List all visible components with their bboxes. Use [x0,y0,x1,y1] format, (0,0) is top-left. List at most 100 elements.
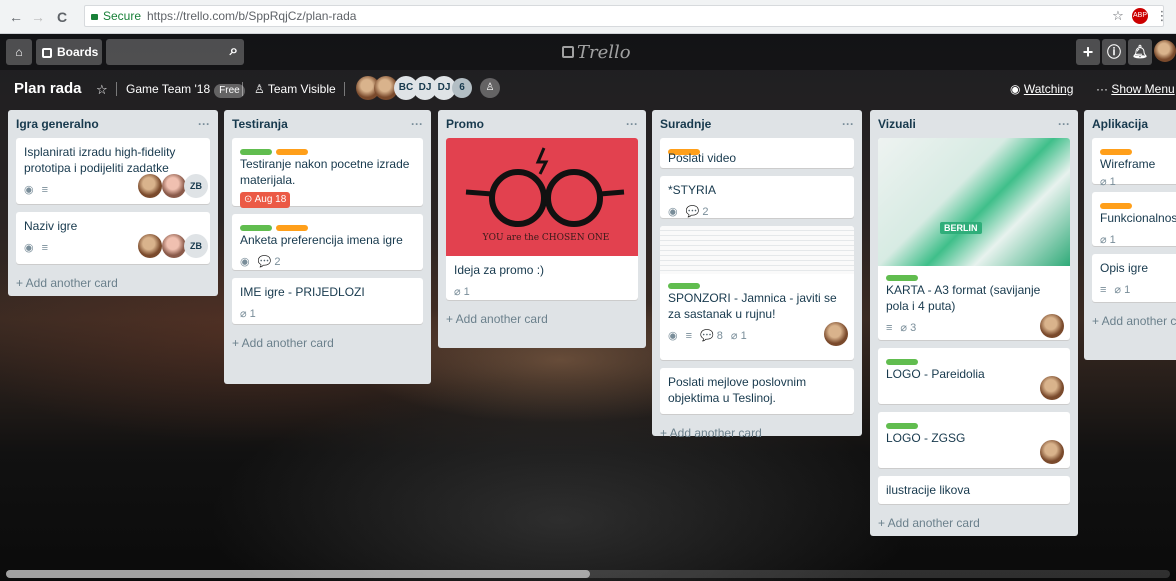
card[interactable]: SPONZORI - Jamnica - javiti se za sastan… [660,226,854,360]
card[interactable]: YOU are the CHOSEN ONE Ideja za promo :)… [446,138,638,300]
label-orange [276,149,308,155]
free-badge: Free [214,84,245,98]
list-aplikacija: Aplikacija Wireframe ⌀ 1 Funkcionalnosti… [1084,110,1176,360]
list-menu-icon[interactable]: ··· [1058,110,1070,138]
show-menu-button[interactable]: ··· Show Menu [1096,82,1175,96]
browser-menu-icon[interactable]: ⋮ [1154,8,1170,24]
divider [116,82,117,96]
card-labels [886,418,1062,429]
label-green [240,149,272,155]
label-orange [276,225,308,231]
card[interactable]: Testiranje nakon pocetne izrade materija… [232,138,423,208]
team-button[interactable]: Game Team '18 Free [126,82,245,98]
card-cover-image: BERLIN [878,138,1070,266]
list-title[interactable]: Suradnje [660,117,711,131]
card-member-avatar [1040,376,1064,400]
logo-text: Trello [577,42,631,63]
card[interactable]: BERLIN KARTA - A3 format (savijanje pola… [878,138,1070,340]
list-menu-icon[interactable]: ··· [626,110,638,138]
invite-member-icon[interactable]: ♙ [480,78,500,98]
card-badges: ≡ ⌀ 3 [886,320,1062,336]
card-title: Poslati video [668,151,737,165]
card-title: SPONZORI - Jamnica - javiti se za sastan… [668,291,837,321]
url-text[interactable]: https://trello.com/b/SppRqjCz/plan-rada [147,9,356,23]
star-icon[interactable]: ☆ [1110,8,1126,24]
info-button[interactable]: ⓘ [1102,39,1126,65]
add-card-button[interactable]: + Add another card [232,332,423,358]
list-menu-icon[interactable]: ··· [842,110,854,138]
board-title[interactable]: Plan rada [14,80,82,97]
due-date-badge: ⊙ Aug 18 [240,192,291,208]
info-icon: ⓘ [1107,44,1121,60]
card[interactable]: Anketa preferencija imena igre ◉ 💬 2 [232,214,423,270]
card-badges: ◉ 💬 2 [668,204,846,220]
home-button[interactable]: ⌂ [6,39,32,65]
card[interactable]: ilustracije likova [878,476,1070,504]
home-icon: ⌂ [15,45,23,59]
board-scrollbar[interactable] [6,570,1170,578]
card-badges: ◉ 💬 2 [240,254,415,270]
watch-icon: ◉ [668,206,678,218]
card-badges: ◉ ≡ 💬 8 ⌀ 1 [668,328,846,344]
card[interactable]: Wireframe ⌀ 1 [1092,138,1176,188]
add-card-button[interactable]: + Add another card [16,272,210,298]
more-members-count[interactable]: 6 [452,78,472,98]
card[interactable]: LOGO - Pareidolia [878,348,1070,404]
back-button[interactable]: ← [8,9,24,25]
card-title: LOGO - Pareidolia [886,367,985,381]
add-button[interactable]: + [1076,39,1100,65]
visibility-label: Team Visible [267,82,336,96]
trello-logo[interactable]: Trello [562,42,631,63]
card[interactable]: IME igre - PRIJEDLOZI ⌀ 1 [232,278,423,324]
card-badges: ⌀ 1 [1100,174,1176,190]
list-menu-icon[interactable]: ··· [411,110,423,138]
list-menu-icon[interactable]: ··· [198,110,210,138]
card-member-avatar: ZB [184,234,208,258]
card[interactable]: Isplanirati izradu high-fidelity prototi… [16,138,210,204]
card[interactable]: *STYRIA ◉ 💬 2 [660,176,854,218]
card-labels [886,270,1062,281]
bell-icon: 🔔︎ [1131,44,1149,59]
watch-icon: ◉ [24,184,34,196]
card[interactable]: Poslati mejlove poslovnim objektima u Te… [660,368,854,414]
card[interactable]: Poslati video [660,138,854,168]
card-title: KARTA - A3 format (savijanje pola i 4 pu… [886,283,1041,313]
list-title[interactable]: Promo [446,117,484,131]
adblock-icon[interactable]: ABP [1132,8,1148,24]
visibility-button[interactable]: ♙ Team Visible [254,82,336,96]
boards-button[interactable]: Boards [36,39,102,65]
card[interactable]: Naziv igre ◉ ≡ ZB [16,212,210,264]
svg-text:YOU are the CHOSEN ONE: YOU are the CHOSEN ONE [482,233,610,243]
label-green [886,359,918,365]
card[interactable]: Funkcionalnosti a ⌀ 1 [1092,192,1176,246]
attachment-icon: ⌀ 1 [730,330,747,342]
add-card-button[interactable]: + Add another ca [1092,310,1176,336]
notifications-button[interactable]: 🔔︎ [1128,39,1152,65]
label-green [240,225,272,231]
add-card-button[interactable]: + Add another card [878,512,1070,538]
card[interactable]: Opis igre ≡ ⌀ 1 [1092,254,1176,302]
search-input[interactable]: ⌕ [106,39,244,65]
list-title[interactable]: Igra generalno [16,117,99,131]
card[interactable]: LOGO - ZGSG [878,412,1070,468]
secure-indicator[interactable]: Secure [91,9,141,23]
reload-button[interactable]: C [54,9,70,25]
plus-icon: + [1082,42,1094,62]
scrollbar-thumb[interactable] [6,570,590,578]
map-label: BERLIN [940,222,982,234]
forward-button[interactable]: → [30,9,46,25]
card-title: ilustracije likova [886,483,971,497]
list-title[interactable]: Aplikacija [1092,117,1148,131]
star-board-icon[interactable]: ☆ [96,82,108,98]
card-labels [1100,144,1176,155]
address-bar[interactable]: Secure https://trello.com/b/SppRqjCz/pla… [84,5,1164,27]
list-title[interactable]: Vizuali [878,117,916,131]
user-avatar[interactable] [1154,40,1176,62]
list-title[interactable]: Testiranja [232,117,288,131]
add-card-button[interactable]: + Add another card [446,308,638,334]
watching-button[interactable]: ◉ Watching [1010,82,1073,96]
add-card-button[interactable]: + Add another card [660,422,854,448]
attachment-icon: ⌀ 1 [454,286,470,298]
label-orange [1100,203,1132,209]
card-title: Testiranje nakon pocetne izrade materija… [240,157,410,187]
